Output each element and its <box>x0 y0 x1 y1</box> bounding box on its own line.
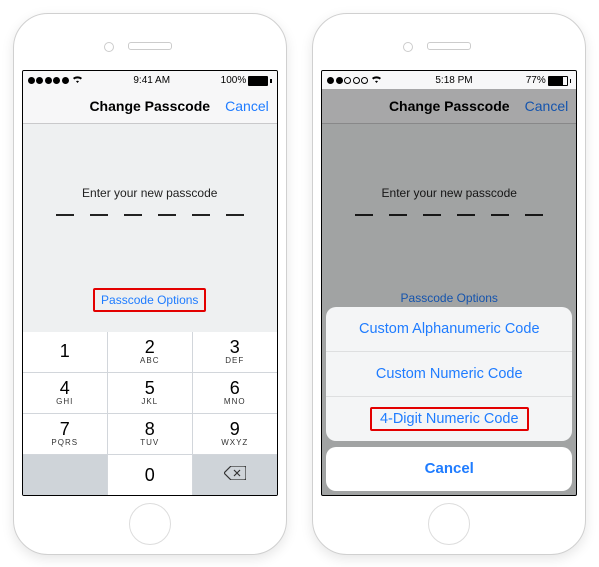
phone-left: 9:41 AM 100% Change Passcode Cancel Ente… <box>13 13 287 555</box>
key-9[interactable]: 9WXYZ <box>193 414 277 454</box>
battery-icon <box>548 76 568 86</box>
key-backspace[interactable] <box>193 455 277 495</box>
backspace-icon <box>224 466 246 484</box>
wifi-icon <box>371 75 382 87</box>
battery-percent: 100% <box>221 75 247 86</box>
signal-dots <box>28 77 69 84</box>
status-time: 9:41 AM <box>133 75 170 86</box>
front-camera <box>403 42 413 52</box>
action-sheet: Custom Alphanumeric Code Custom Numeric … <box>326 307 572 491</box>
status-time: 5:18 PM <box>435 75 472 86</box>
wifi-icon <box>72 75 83 87</box>
home-button[interactable] <box>129 503 171 545</box>
battery-icon <box>248 76 268 86</box>
numeric-keypad: 1 2ABC 3DEF 4GHI 5JKL 6MNO 7PQRS 8TUV 9W… <box>23 332 277 495</box>
sheet-option-4digit[interactable]: 4-Digit Numeric Code <box>326 397 572 441</box>
cancel-button[interactable]: Cancel <box>225 98 269 114</box>
signal-dots <box>327 77 368 84</box>
status-bar: 9:41 AM 100% <box>23 71 277 89</box>
key-empty <box>23 455 107 495</box>
sheet-option-numeric[interactable]: Custom Numeric Code <box>326 352 572 397</box>
key-6[interactable]: 6MNO <box>193 373 277 413</box>
page-title: Change Passcode <box>89 98 210 114</box>
key-1[interactable]: 1 <box>23 332 107 372</box>
front-camera <box>104 42 114 52</box>
key-8[interactable]: 8TUV <box>108 414 192 454</box>
sheet-option-alphanumeric[interactable]: Custom Alphanumeric Code <box>326 307 572 352</box>
speaker <box>427 42 471 50</box>
phone-right: 5:18 PM 77% Change Passcode Cancel Enter… <box>312 13 586 555</box>
speaker <box>128 42 172 50</box>
screen: 9:41 AM 100% Change Passcode Cancel Ente… <box>22 70 278 496</box>
key-4[interactable]: 4GHI <box>23 373 107 413</box>
content-area: Enter your new passcode Passcode Options <box>23 124 277 332</box>
key-3[interactable]: 3DEF <box>193 332 277 372</box>
key-7[interactable]: 7PQRS <box>23 414 107 454</box>
key-0[interactable]: 0 <box>108 455 192 495</box>
battery-percent: 77% <box>526 75 546 86</box>
prompt-text: Enter your new passcode <box>82 186 217 200</box>
home-button[interactable] <box>428 503 470 545</box>
sheet-cancel[interactable]: Cancel <box>326 447 572 491</box>
screen: 5:18 PM 77% Change Passcode Cancel Enter… <box>321 70 577 496</box>
nav-bar: Change Passcode Cancel <box>23 89 277 124</box>
passcode-field[interactable] <box>56 214 244 216</box>
status-bar: 5:18 PM 77% <box>322 71 576 89</box>
key-5[interactable]: 5JKL <box>108 373 192 413</box>
passcode-options-link[interactable]: Passcode Options <box>93 288 206 312</box>
key-2[interactable]: 2ABC <box>108 332 192 372</box>
